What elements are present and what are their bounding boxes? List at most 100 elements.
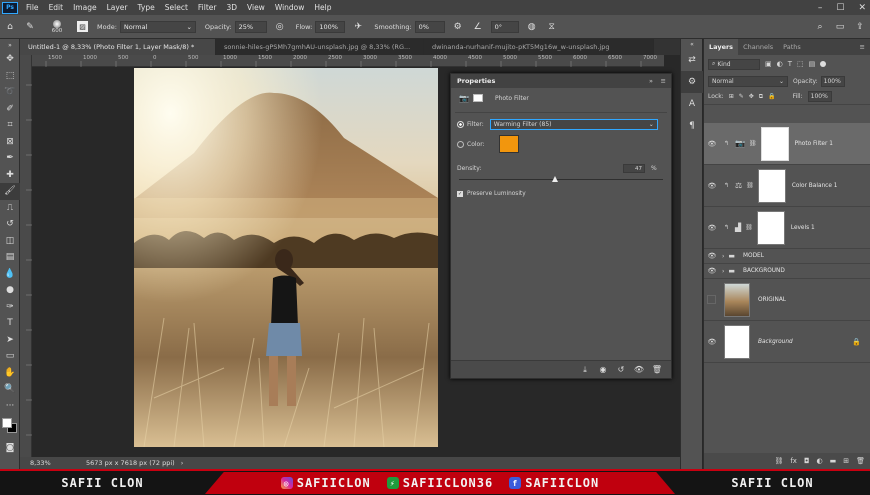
menu-help[interactable]: Help [309,3,336,12]
foreground-color[interactable] [2,418,12,428]
layer-row-original[interactable]: ORIGINAL [704,279,870,321]
more-tools-icon[interactable]: ··· [0,398,20,415]
chevron-right-icon[interactable]: › [181,459,184,467]
opacity-field[interactable]: 25% [234,20,267,33]
path-select-tool-icon[interactable]: ➤ [0,332,20,349]
zoom-level[interactable]: 8,33% [30,459,80,467]
density-slider[interactable] [459,175,663,185]
color-radio[interactable] [457,140,464,148]
collapse-icon[interactable]: « [681,39,703,49]
gear-icon[interactable]: ⚙ [451,20,465,34]
fx-icon[interactable]: fx [790,457,797,465]
visibility-eye-icon[interactable]: 👁 [704,140,720,148]
brush-tool-icon[interactable]: 🖌 [0,183,20,200]
tab-dwinanda[interactable]: dwinanda-nurhanif-mujito-pKT5Mg16w_w-uns… [424,39,654,55]
filter-color-swatch[interactable] [498,135,519,153]
layer-opacity-field[interactable]: 100% [820,75,845,87]
visibility-eye-icon[interactable]: 👁 [704,338,720,346]
menu-type[interactable]: Type [133,3,160,12]
delete-icon[interactable]: 🗑 [651,364,663,376]
filter-toggle-icon[interactable] [820,61,827,67]
character-panel-icon[interactable]: A [681,93,703,115]
dodge-tool-icon[interactable]: ● [0,282,20,299]
visibility-eye-icon[interactable]: 👁 [704,252,720,260]
marquee-tool-icon[interactable]: ⬚ [0,68,20,85]
menu-view[interactable]: View [242,3,270,12]
lasso-tool-icon[interactable]: ➰ [0,84,20,101]
healing-tool-icon[interactable]: ✚ [0,167,20,184]
panel-menu-icon[interactable]: ≡ [661,77,666,85]
angle-field[interactable]: 0° [490,20,519,33]
filter-smart-icon[interactable]: ▤ [809,60,816,68]
layer-thumbnail[interactable] [724,282,750,317]
filter-select[interactable]: Warming Filter (85) ⌄ [489,118,658,130]
menu-window[interactable]: Window [270,3,310,12]
menu-image[interactable]: Image [68,3,102,12]
tab-sonnie-hiles[interactable]: sonnie-hiles-gPSMh7gmhAU-unsplash.jpg @ … [216,39,424,55]
history-panel-icon[interactable]: ⇄ [681,49,703,71]
gradient-tool-icon[interactable]: ▤ [0,249,20,266]
menu-edit[interactable]: Edit [44,3,69,12]
filter-radio[interactable] [457,120,464,128]
properties-header[interactable]: Properties » ≡ [451,74,671,88]
color-swatches[interactable] [0,414,19,440]
paragraph-panel-icon[interactable]: ¶ [681,115,703,137]
quick-mask-icon[interactable]: ◙ [0,440,20,457]
visibility-eye-icon[interactable]: 👁 [704,224,720,232]
density-slider-thumb[interactable] [551,176,558,182]
frame-tool-icon[interactable]: ⊠ [0,134,20,151]
view-previous-icon[interactable]: ◉ [597,364,609,376]
layer-row-photo-filter[interactable]: 👁 ↰ 📷 ⛓ Photo Filter 1 [704,123,870,165]
mode-select[interactable]: Normal ⌄ [119,20,196,33]
eyedropper-tool-icon[interactable]: ✒ [0,150,20,167]
collapse-panel-icon[interactable]: » [649,77,653,85]
menu-layer[interactable]: Layer [102,3,133,12]
chevron-right-icon[interactable]: › [722,268,724,275]
blur-tool-icon[interactable]: 💧 [0,266,20,283]
layer-row-color-balance[interactable]: 👁 ↰ ⚖ ⛓ Color Balance 1 [704,165,870,207]
brush-tool-icon[interactable]: ✎ [23,20,37,34]
brush-settings-icon[interactable]: ▨ [77,21,88,32]
lock-position-icon[interactable]: ✥ [749,93,754,100]
smoothing-field[interactable]: 0% [414,20,445,33]
visibility-eye-icon[interactable]: 👁 [704,267,720,275]
minimize-icon[interactable]: – [818,3,823,13]
visibility-eye-icon[interactable]: 👁 [704,182,720,190]
collapse-icon[interactable]: » [0,39,20,51]
new-layer-icon[interactable]: ⊞ [843,457,849,465]
preserve-checkbox[interactable]: ✓ [457,191,463,197]
pressure-size-icon[interactable]: ◍ [525,20,539,34]
kind-select[interactable]: ⌕ Kind [708,58,760,70]
new-adjustment-icon[interactable]: ◐ [817,457,823,465]
density-field[interactable]: 47 [623,163,645,173]
layer-mask-thumbnail[interactable] [757,168,786,203]
symmetry-icon[interactable]: ⧖ [545,20,559,34]
panel-menu-icon[interactable]: ≡ [860,43,865,51]
crop-tool-icon[interactable]: ⌗ [0,117,20,134]
visibility-off-box[interactable] [707,295,716,304]
filter-adjustment-icon[interactable]: ◐ [777,60,783,68]
filter-type-icon[interactable]: T [788,60,792,68]
filter-pixel-icon[interactable]: ▣ [765,60,772,68]
lock-pixels-icon[interactable]: ✎ [739,93,744,100]
layer-row-levels[interactable]: 👁 ↰ ▟ ⛓ Levels 1 [704,207,870,249]
tab-paths[interactable]: Paths [778,39,806,55]
stamp-tool-icon[interactable]: ⎍ [0,200,20,217]
menu-select[interactable]: Select [160,3,193,12]
reset-icon[interactable]: ↺ [615,364,627,376]
home-icon[interactable]: ⌂ [3,20,17,34]
layer-group-model[interactable]: 👁 › ▬ MODEL [704,249,870,264]
menu-3d[interactable]: 3D [221,3,242,12]
brush-preset-picker[interactable]: 600 [44,19,70,34]
pen-tool-icon[interactable]: ✑ [0,299,20,316]
layer-thumbnail[interactable] [724,324,750,359]
layer-group-background[interactable]: 👁 › ▬ BACKGROUND [704,264,870,279]
maximize-icon[interactable]: ☐ [836,3,844,13]
quick-select-tool-icon[interactable]: ✐ [0,101,20,118]
link-layers-icon[interactable]: ⛓ [774,457,783,465]
workspace-icon[interactable]: ▭ [833,20,847,34]
zoom-tool-icon[interactable]: 🔍 [0,381,20,398]
lock-transparent-icon[interactable]: ⊞ [729,93,734,100]
mask-icon[interactable] [472,94,483,102]
filter-shape-icon[interactable]: ⬚ [797,60,804,68]
